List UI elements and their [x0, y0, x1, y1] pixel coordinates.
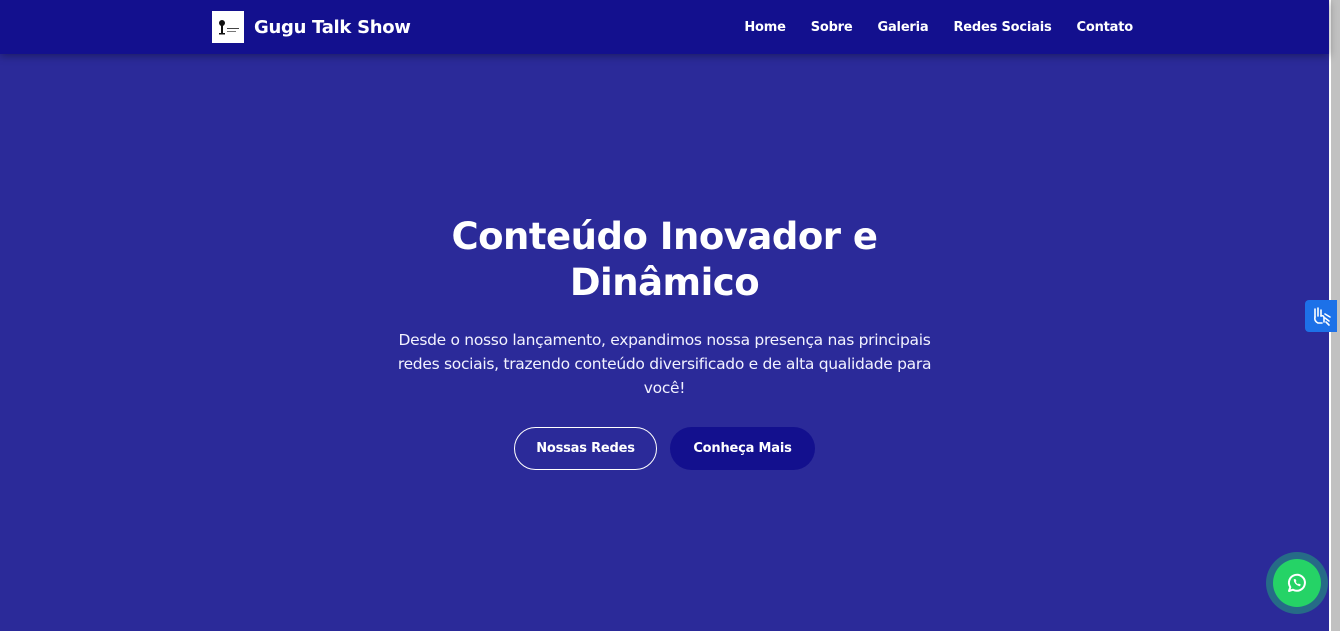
- top-navbar: Gugu Talk Show Home Sobre Galeria Redes …: [0, 0, 1329, 54]
- microphone-logo-icon: [212, 11, 244, 43]
- nav-link-home[interactable]: Home: [744, 20, 786, 35]
- hero-section: Conteúdo Inovador e Dinâmico Desde o nos…: [0, 54, 1329, 631]
- whatsapp-button[interactable]: [1273, 559, 1321, 607]
- hero-title: Conteúdo Inovador e Dinâmico: [451, 215, 878, 304]
- sign-language-hands-icon[interactable]: [1305, 300, 1337, 332]
- whatsapp-icon: [1287, 573, 1306, 592]
- conheca-mais-button[interactable]: Conheça Mais: [670, 427, 815, 470]
- nav-link-contato[interactable]: Contato: [1077, 20, 1134, 35]
- hero-buttons: Nossas Redes Conheça Mais: [0, 427, 1329, 470]
- nav-link-redes-sociais[interactable]: Redes Sociais: [953, 20, 1051, 35]
- brand-link[interactable]: Gugu Talk Show: [212, 11, 411, 43]
- nav-link-sobre[interactable]: Sobre: [811, 20, 853, 35]
- nav-link-galeria[interactable]: Galeria: [878, 20, 929, 35]
- brand-name: Gugu Talk Show: [254, 16, 411, 38]
- hero-description: Desde o nosso lançamento, expandimos nos…: [397, 331, 932, 397]
- nav-menu: Home Sobre Galeria Redes Sociais Contato: [719, 0, 1133, 54]
- nossas-redes-button[interactable]: Nossas Redes: [514, 427, 657, 470]
